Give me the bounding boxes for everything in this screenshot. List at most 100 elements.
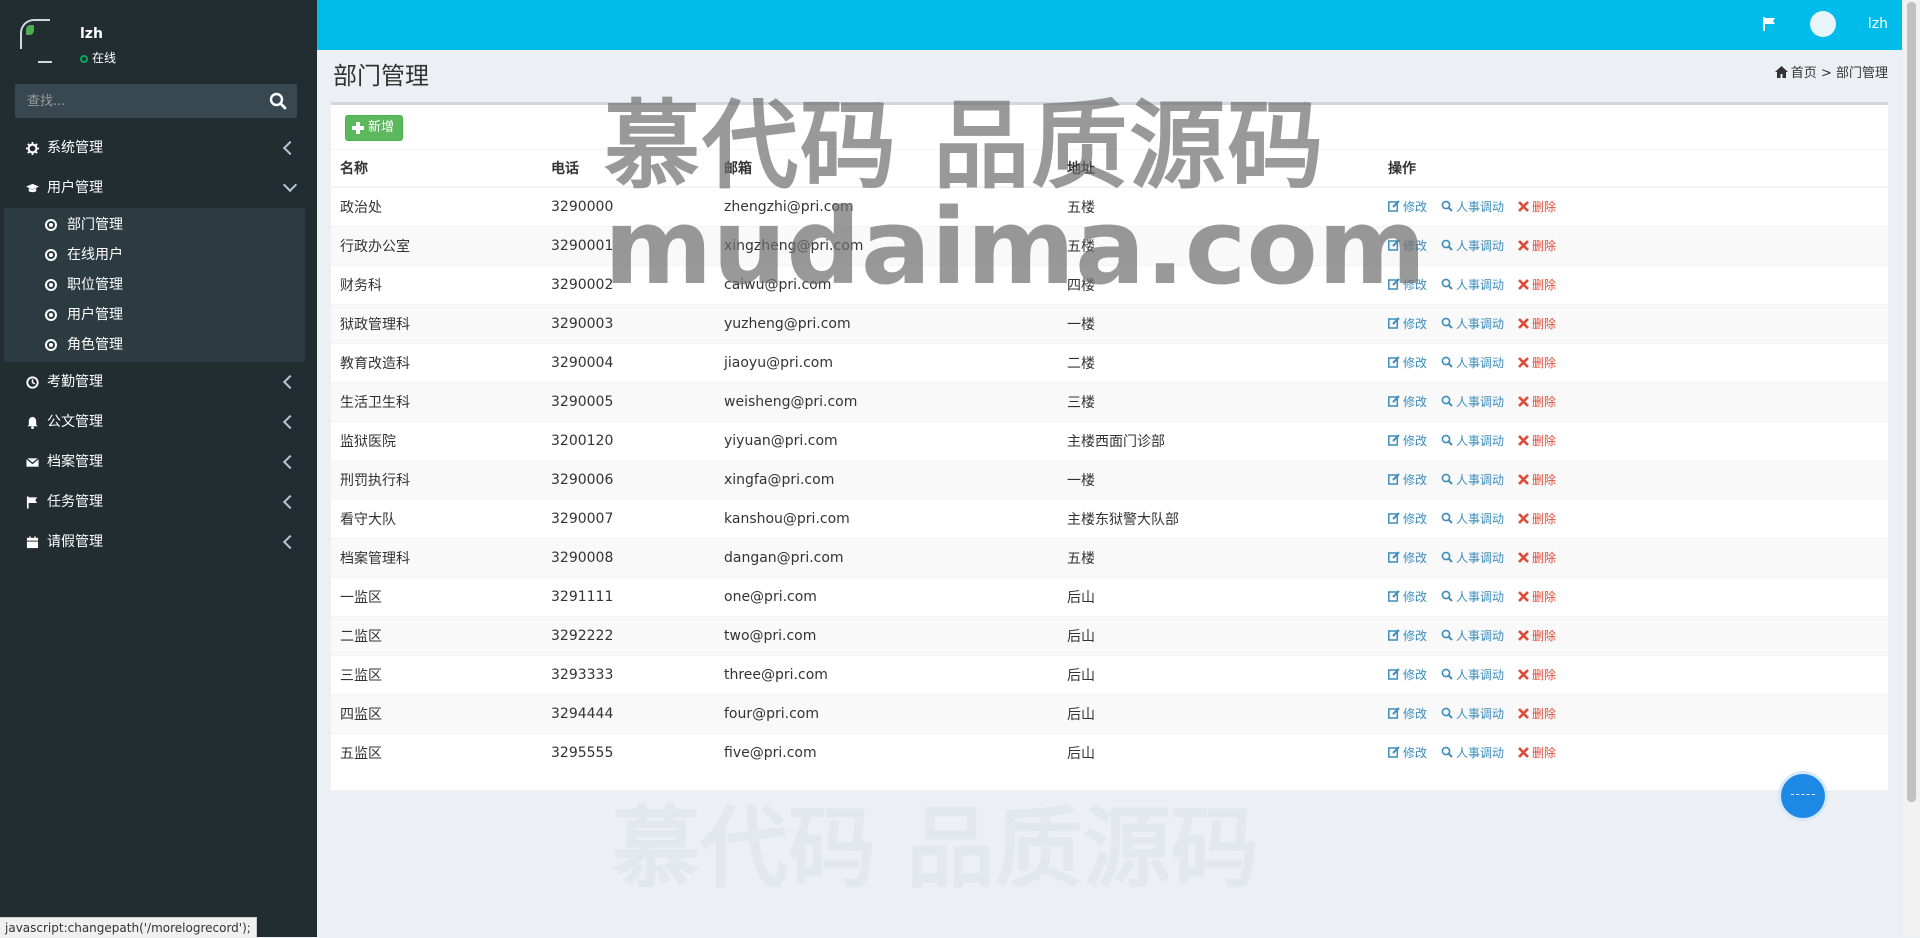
transfer-link[interactable]: 人事调动 (1441, 510, 1504, 527)
table-row: 三监区 3293333 three@pri.com 后山 修改 人事调动 删除 (331, 655, 1888, 695)
edit-icon (1388, 200, 1400, 212)
edit-link[interactable]: 修改 (1388, 744, 1427, 761)
edit-link[interactable]: 修改 (1388, 393, 1427, 410)
edit-icon (1388, 239, 1400, 251)
edit-link[interactable]: 修改 (1388, 198, 1427, 215)
edit-link[interactable]: 修改 (1388, 549, 1427, 566)
calendar-icon (26, 536, 39, 549)
transfer-link[interactable]: 人事调动 (1441, 315, 1504, 332)
delete-link[interactable]: 删除 (1518, 510, 1556, 527)
edit-link[interactable]: 修改 (1388, 315, 1427, 332)
sidebar-subitem-label: 职位管理 (67, 277, 123, 293)
delete-link[interactable]: 删除 (1518, 432, 1556, 449)
delete-link[interactable]: 删除 (1518, 705, 1556, 722)
transfer-link[interactable]: 人事调动 (1441, 588, 1504, 605)
cell-actions: 修改 人事调动 删除 (1379, 538, 1888, 578)
column-header-address: 地址 (1058, 149, 1379, 188)
sidebar-subitem-departments[interactable]: 部门管理 (4, 210, 305, 240)
cell-actions: 修改 人事调动 删除 (1379, 499, 1888, 539)
online-status-icon (80, 55, 88, 63)
scrollbar[interactable] (1903, 0, 1920, 937)
edit-link[interactable]: 修改 (1388, 666, 1427, 683)
transfer-link[interactable]: 人事调动 (1441, 432, 1504, 449)
table-row: 四监区 3294444 four@pri.com 后山 修改 人事调动 删除 (331, 694, 1888, 734)
edit-icon (1388, 317, 1400, 329)
transfer-label: 人事调动 (1456, 316, 1505, 331)
sidebar-item-system[interactable]: 系统管理 (0, 128, 317, 168)
delete-icon (1518, 279, 1529, 291)
chevron-left-icon (282, 374, 298, 390)
transfer-link[interactable]: 人事调动 (1441, 705, 1504, 722)
search-icon[interactable] (269, 92, 287, 110)
search-icon (1441, 629, 1453, 641)
edit-link[interactable]: 修改 (1388, 627, 1427, 644)
edit-link[interactable]: 修改 (1388, 276, 1427, 293)
sidebar-item-users[interactable]: 用户管理 (0, 168, 317, 208)
transfer-link[interactable]: 人事调动 (1441, 744, 1504, 761)
search-input[interactable] (15, 84, 279, 118)
delete-link[interactable]: 删除 (1518, 276, 1556, 293)
circle-dot-icon (45, 339, 57, 351)
sidebar-item-label: 任务管理 (47, 494, 103, 510)
edit-link[interactable]: 修改 (1388, 705, 1427, 722)
delete-link[interactable]: 删除 (1518, 198, 1556, 215)
delete-link[interactable]: 删除 (1518, 627, 1556, 644)
transfer-link[interactable]: 人事调动 (1441, 627, 1504, 644)
transfer-link[interactable]: 人事调动 (1441, 666, 1504, 683)
sidebar-item-attendance[interactable]: 考勤管理 (0, 362, 317, 402)
header-user-name[interactable]: lzh (1868, 16, 1888, 32)
delete-link[interactable]: 删除 (1518, 393, 1556, 410)
add-button[interactable]: 新增 (345, 115, 404, 141)
delete-link[interactable]: 删除 (1518, 744, 1556, 761)
delete-label: 删除 (1532, 512, 1557, 527)
cell-actions: 修改 人事调动 删除 (1379, 733, 1888, 772)
edit-link[interactable]: 修改 (1388, 471, 1427, 488)
transfer-link[interactable]: 人事调动 (1441, 471, 1504, 488)
delete-link[interactable]: 删除 (1518, 588, 1556, 605)
edit-link[interactable]: 修改 (1388, 432, 1427, 449)
delete-link[interactable]: 删除 (1518, 471, 1556, 488)
search-icon (1441, 317, 1453, 329)
transfer-link[interactable]: 人事调动 (1441, 393, 1504, 410)
edit-link[interactable]: 修改 (1388, 237, 1427, 254)
table-row: 五监区 3295555 five@pri.com 后山 修改 人事调动 删除 (331, 733, 1888, 772)
column-header-phone: 电话 (542, 149, 715, 188)
search-icon (1441, 746, 1453, 758)
sidebar-subitem-online-users[interactable]: 在线用户 (4, 240, 305, 270)
delete-link[interactable]: 删除 (1518, 666, 1556, 683)
avatar[interactable] (1810, 11, 1836, 37)
search-icon (1441, 278, 1453, 290)
transfer-link[interactable]: 人事调动 (1441, 198, 1504, 215)
sidebar-item-archives[interactable]: 档案管理 (0, 442, 317, 482)
delete-link[interactable]: 删除 (1518, 549, 1556, 566)
cell-address: 后山 (1058, 655, 1379, 695)
sidebar-subitem-positions[interactable]: 职位管理 (4, 270, 305, 300)
flag-icon[interactable] (1761, 15, 1777, 33)
sidebar-item-tasks[interactable]: 任务管理 (0, 482, 317, 522)
transfer-link[interactable]: 人事调动 (1441, 276, 1504, 293)
table-row: 教育改造科 3290004 jiaoyu@pri.com 二楼 修改 人事调动 删除 (331, 343, 1888, 383)
floating-action-button[interactable] (1781, 774, 1825, 818)
transfer-label: 人事调动 (1456, 628, 1505, 643)
sidebar-item-label: 档案管理 (47, 454, 103, 470)
transfer-link[interactable]: 人事调动 (1441, 549, 1504, 566)
transfer-link[interactable]: 人事调动 (1441, 354, 1504, 371)
breadcrumb-home[interactable]: 首页 (1791, 66, 1817, 81)
sidebar-item-leave[interactable]: 请假管理 (0, 522, 317, 562)
edit-link[interactable]: 修改 (1388, 588, 1427, 605)
sidebar-search (15, 84, 297, 118)
edit-link[interactable]: 修改 (1388, 354, 1427, 371)
edit-link[interactable]: 修改 (1388, 510, 1427, 527)
cell-email: yuzheng@pri.com (715, 304, 1058, 344)
table-row: 看守大队 3290007 kanshou@pri.com 主楼东狱警大队部 修改 人事调动… (331, 499, 1888, 539)
sidebar-subitem-user-management[interactable]: 用户管理 (4, 300, 305, 330)
cell-name: 狱政管理科 (331, 304, 542, 344)
sidebar-subitem-roles[interactable]: 角色管理 (4, 330, 305, 360)
edit-label: 修改 (1403, 745, 1428, 760)
delete-label: 删除 (1532, 317, 1557, 332)
delete-link[interactable]: 删除 (1518, 354, 1556, 371)
delete-link[interactable]: 删除 (1518, 315, 1556, 332)
transfer-link[interactable]: 人事调动 (1441, 237, 1504, 254)
delete-link[interactable]: 删除 (1518, 237, 1556, 254)
sidebar-item-documents[interactable]: 公文管理 (0, 402, 317, 442)
